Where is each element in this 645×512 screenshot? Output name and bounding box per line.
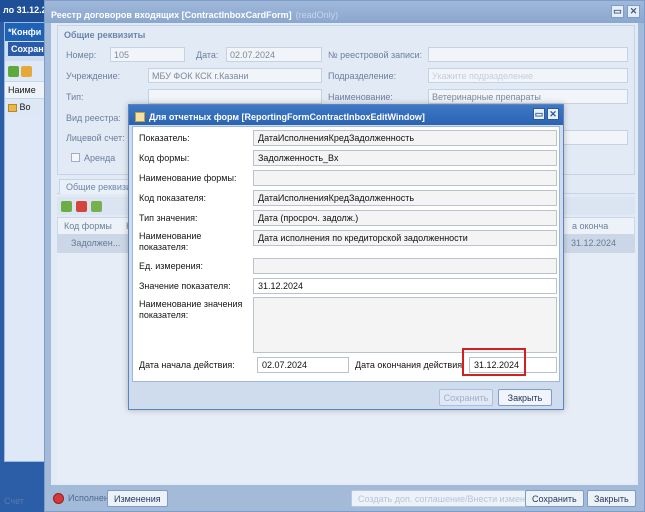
start-date-field[interactable]: 02.07.2024	[257, 357, 349, 373]
indicator-value-label: Значение показателя:	[139, 281, 231, 291]
indicator-value-field[interactable]: 31.12.2024	[253, 278, 557, 294]
close-icon[interactable]: ✕	[547, 108, 559, 120]
registry-number-label: № реестровой записи:	[328, 50, 423, 60]
changes-button[interactable]: Изменения	[107, 490, 168, 507]
dialog-title: Для отчетных форм [ReportingFormContract…	[149, 112, 425, 122]
background-tree-label: Во	[19, 102, 31, 112]
institution-field[interactable]: МБУ ФОК КСК г.Казани	[148, 68, 322, 83]
grid-cell-code: Задолжен...	[71, 238, 121, 248]
form-name-field[interactable]	[253, 170, 557, 186]
rent-label: Аренда	[84, 153, 116, 163]
grid-column-code[interactable]: Код формы	[64, 221, 112, 231]
indicator-value-name-field[interactable]	[253, 297, 557, 353]
grid-column-end-date[interactable]: а оконча	[572, 221, 608, 231]
form-code-label: Код формы:	[139, 153, 190, 163]
close-icon[interactable]: ✕	[627, 5, 640, 18]
name-field[interactable]: Ветеринарные препараты	[428, 89, 628, 104]
indicator-field[interactable]: ДатаИсполненияКредЗадолженность	[253, 130, 557, 146]
reporting-form-dialog: Для отчетных форм [ReportingFormContract…	[128, 104, 564, 410]
type-label: Тип:	[66, 92, 84, 102]
delete-icon[interactable]	[76, 200, 87, 212]
unit-label: Ед. измерения:	[139, 261, 203, 271]
value-type-label: Тип значения:	[139, 213, 198, 223]
institution-label: Учреждение:	[66, 71, 121, 81]
indicator-name-field[interactable]: Дата исполнения по кредиторской задолжен…	[253, 230, 557, 246]
dialog-save-button[interactable]: Сохранить	[439, 389, 493, 406]
date-field[interactable]: 02.07.2024	[226, 47, 322, 62]
form-code-field[interactable]: Задолженность_Вх	[253, 150, 557, 166]
registry-kind-label: Вид реестра:	[66, 113, 121, 123]
registry-window-title: Реестр договоров входящих [ContractInbox…	[51, 9, 292, 20]
add-icon[interactable]	[61, 200, 72, 212]
registry-footer: Исполнен Изменения Создать доп. соглашен…	[45, 485, 644, 511]
registry-window-title-faded: (readOnly)	[295, 9, 339, 20]
number-field[interactable]: 105	[110, 47, 185, 62]
folder-icon	[8, 103, 17, 112]
executed-label: Исполнен	[68, 493, 109, 503]
registry-close-button[interactable]: Закрыть	[587, 490, 636, 507]
end-date-label: Дата окончания действия:	[355, 360, 465, 370]
dialog-titlebar: Для отчетных форм [ReportingFormContract…	[129, 105, 563, 125]
create-agreement-button[interactable]: Создать доп. соглашение/Внести изменения	[351, 490, 552, 507]
unit-field[interactable]	[253, 258, 557, 274]
dialog-close-button[interactable]: Закрыть	[498, 389, 552, 406]
name-label: Наименование:	[328, 92, 393, 102]
indicator-value-name-label: Наименование значения показателя:	[139, 299, 243, 320]
add-icon[interactable]	[8, 65, 19, 77]
registry-save-button[interactable]: Сохранить	[525, 490, 584, 507]
number-label: Номер:	[66, 50, 97, 60]
account-label: Лицевой счет:	[66, 133, 125, 143]
indicator-code-label: Код показателя:	[139, 193, 207, 203]
date-label: Дата:	[196, 50, 219, 60]
executed-status-icon	[53, 493, 64, 504]
type-field[interactable]	[148, 89, 322, 104]
minimize-icon[interactable]: ▭	[611, 5, 624, 18]
refresh-icon[interactable]	[91, 200, 102, 212]
minimize-icon[interactable]: ▭	[533, 108, 545, 120]
window-icon	[135, 112, 145, 122]
background-save-button[interactable]: Сохран	[8, 42, 47, 56]
end-date-highlight	[462, 348, 526, 376]
rent-checkbox[interactable]	[71, 153, 80, 162]
general-section-title: Общие реквизиты	[64, 30, 146, 40]
value-type-field[interactable]: Дата (просроч. задолж.)	[253, 210, 557, 226]
start-date-label: Дата начала действия:	[139, 360, 235, 370]
dialog-form-panel: Показатель: ДатаИсполненияКредЗадолженно…	[132, 126, 560, 382]
registry-number-field[interactable]	[428, 47, 628, 62]
grid-cell-end-date: 31.12.2024	[571, 238, 617, 248]
background-status-text: Счет	[4, 496, 24, 506]
indicator-label: Показатель:	[139, 133, 190, 143]
indicator-code-field[interactable]: ДатаИсполненияКредЗадолженность	[253, 190, 557, 206]
form-name-label: Наименование формы:	[139, 173, 237, 183]
registry-window-titlebar: Реестр договоров входящих [ContractInbox…	[45, 1, 644, 23]
division-label: Подразделение:	[328, 71, 397, 81]
division-field[interactable]: Укажите подразделение	[428, 68, 628, 83]
folder-icon[interactable]	[21, 65, 32, 77]
indicator-name-label: Наименование показателя:	[139, 231, 202, 252]
